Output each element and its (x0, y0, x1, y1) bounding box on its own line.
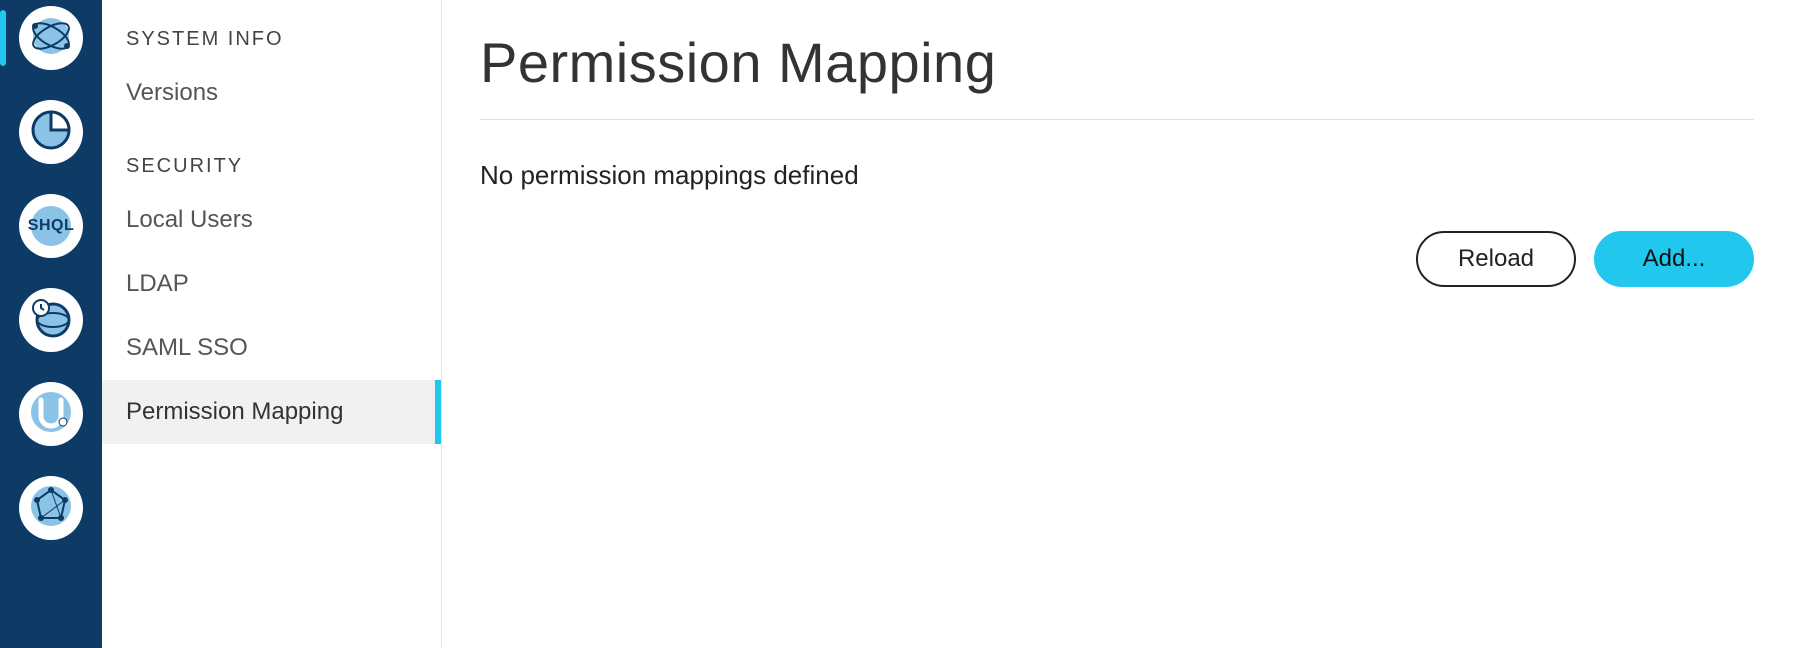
sidenav-item-label: Permission Mapping (126, 398, 343, 425)
globe-atom-icon (27, 12, 75, 65)
side-nav: SYSTEM INFO Versions SECURITY Local User… (102, 0, 442, 648)
rail-item-network-topology[interactable] (19, 476, 83, 540)
rail-active-indicator (0, 10, 6, 66)
page-title: Permission Mapping (480, 30, 1754, 120)
empty-state-message: No permission mappings defined (480, 160, 1754, 191)
rail-item-globe-clock[interactable] (19, 288, 83, 352)
sidenav-item-label: SAML SSO (126, 334, 248, 361)
rail-item-pie-chart[interactable] (19, 100, 83, 164)
sidenav-item-label: Local Users (126, 206, 253, 233)
add-button-label: Add... (1643, 245, 1706, 273)
u-path-icon (27, 388, 75, 441)
rail-item-globe-atom[interactable] (19, 6, 83, 70)
sidenav-item-saml-sso[interactable]: SAML SSO (102, 316, 441, 380)
sidenav-item-permission-mapping[interactable]: Permission Mapping (102, 380, 441, 444)
sidenav-item-local-users[interactable]: Local Users (102, 188, 441, 252)
shql-icon: SHQL (19, 194, 83, 258)
side-section-gap (102, 125, 441, 155)
sidenav-item-label: LDAP (126, 270, 189, 297)
main-content: Permission Mapping No permission mapping… (442, 0, 1802, 648)
button-row: Reload Add... (480, 231, 1754, 287)
icon-rail: SHQL (0, 0, 102, 648)
side-section-header-security: SECURITY (102, 155, 441, 188)
side-section-header-system-info: SYSTEM INFO (102, 28, 441, 61)
rail-item-u-path[interactable] (19, 382, 83, 446)
reload-button-label: Reload (1458, 245, 1534, 273)
network-topology-icon (27, 482, 75, 535)
pie-chart-icon (27, 106, 75, 159)
sidenav-item-label: Versions (126, 79, 218, 106)
reload-button[interactable]: Reload (1416, 231, 1576, 287)
sidenav-item-versions[interactable]: Versions (102, 61, 441, 125)
add-button[interactable]: Add... (1594, 231, 1754, 287)
sidenav-item-ldap[interactable]: LDAP (102, 252, 441, 316)
rail-item-shql[interactable]: SHQL (19, 194, 83, 258)
globe-clock-icon (27, 294, 75, 347)
